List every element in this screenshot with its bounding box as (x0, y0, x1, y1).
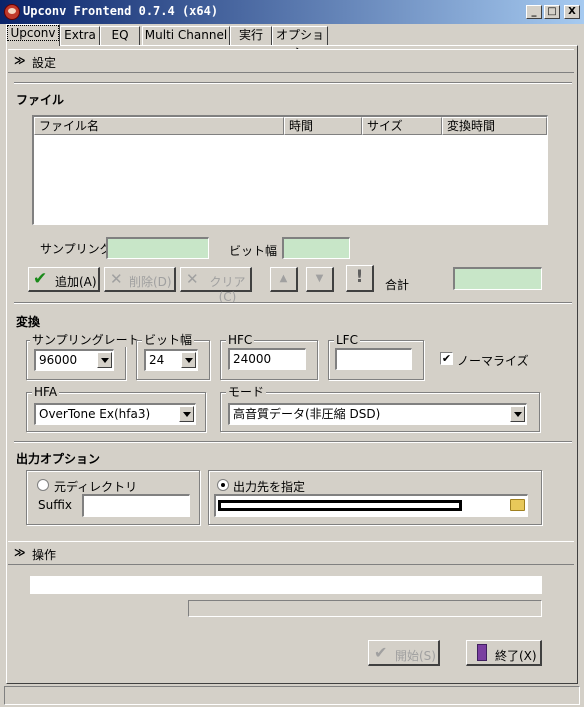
file-list[interactable]: ファイル名 時間 サイズ 変換時間 (32, 115, 548, 225)
sampling-field (106, 237, 209, 259)
normalize-checkbox[interactable]: ✔ (440, 352, 453, 365)
total-field (453, 267, 542, 290)
suffix-label: Suffix (38, 498, 72, 512)
progress-bar (188, 600, 542, 617)
divider (14, 441, 572, 443)
start-button-label: 開始(S) (395, 649, 436, 663)
hfc-input[interactable]: 24000 (228, 348, 306, 370)
app-icon[interactable] (4, 4, 20, 20)
sampling-rate-label: サンプリングレート (30, 333, 142, 347)
suffix-input[interactable] (82, 494, 190, 517)
lfc-input[interactable] (335, 348, 412, 370)
x-icon: ✕ (110, 270, 123, 288)
bit-width-select[interactable]: 24 (144, 349, 198, 371)
tab-strip: Upconv Extra EQ Multi Channel 実行 オプション (0, 24, 584, 59)
delete-button[interactable]: ✕ 削除(D) (104, 267, 176, 292)
output-options-heading: 出力オプション (16, 452, 101, 466)
tab-eq[interactable]: EQ (100, 26, 140, 45)
convert-bit-width-label: ビット幅 (142, 333, 195, 347)
mode-select[interactable]: 高音質データ(非圧縮 DSD) (228, 403, 527, 425)
title-bar[interactable]: Upconv Frontend 0.7.4 (x64) _ □ X (0, 0, 584, 24)
bit-width-label: ビット幅 (229, 244, 278, 258)
source-dir-radio[interactable] (37, 479, 49, 491)
column-header-time[interactable]: 時間 (284, 117, 362, 135)
add-button-label: 追加(A) (55, 275, 97, 289)
exit-button-label: 終了(X) (495, 649, 537, 663)
x-icon: ✕ (186, 270, 199, 288)
move-up-button[interactable]: ▲ (270, 267, 298, 292)
check-icon: ✔ (33, 269, 48, 289)
clear-button[interactable]: ✕ クリア(C) (180, 267, 252, 304)
tab-extra[interactable]: Extra (60, 26, 100, 45)
dest-path-input[interactable] (214, 494, 528, 517)
column-header-size[interactable]: サイズ (362, 117, 442, 135)
divider (14, 82, 572, 84)
tab-upconv-label: Upconv (7, 25, 59, 41)
warning-button[interactable]: ! (346, 265, 374, 292)
column-header-convert-time[interactable]: 変換時間 (442, 117, 547, 135)
lfc-label: LFC (334, 333, 360, 347)
operation-section-bar[interactable]: ≫ 操作 (8, 541, 574, 565)
mode-label: モード (226, 385, 267, 399)
hfa-value: OverTone Ex(hfa3) (39, 407, 151, 421)
exit-button[interactable]: 終了(X) (466, 640, 542, 666)
delete-button-label: 削除(D) (129, 275, 172, 289)
chevron-down-icon[interactable] (179, 406, 194, 422)
check-icon: ✔ (374, 643, 388, 662)
source-dir-label: 元ディレクトリ (54, 480, 138, 494)
bit-width-field (282, 237, 350, 259)
maximize-button[interactable]: □ (544, 5, 560, 19)
tab-multi-channel[interactable]: Multi Channel (142, 26, 230, 45)
convert-heading: 変換 (16, 315, 41, 329)
chevron-down-icon[interactable] (510, 406, 525, 422)
redacted-path (218, 500, 462, 511)
hfa-label: HFA (32, 385, 60, 399)
normalize-label: ノーマライズ (457, 354, 529, 368)
start-button[interactable]: ✔ 開始(S) (368, 640, 440, 666)
collapse-chevron-icon[interactable]: ≫ (14, 546, 26, 559)
hfc-label: HFC (226, 333, 255, 347)
mode-value: 高音質データ(非圧縮 DSD) (233, 407, 381, 421)
chevron-down-icon[interactable] (181, 352, 196, 368)
settings-section-label: 設定 (32, 56, 57, 70)
status-bar (4, 686, 580, 705)
chevron-down-icon[interactable] (97, 352, 112, 368)
tab-options[interactable]: オプション (272, 26, 328, 59)
dest-label: 出力先を指定 (233, 480, 306, 494)
hfa-select[interactable]: OverTone Ex(hfa3) (34, 403, 196, 425)
column-header-filename[interactable]: ファイル名 (34, 117, 284, 135)
move-down-button[interactable]: ▼ (306, 267, 334, 292)
collapse-chevron-icon[interactable]: ≫ (14, 54, 26, 67)
total-label: 合計 (385, 278, 410, 292)
divider (14, 302, 572, 304)
close-button[interactable]: X (564, 5, 580, 19)
operation-section-label: 操作 (32, 548, 57, 562)
tab-run[interactable]: 実行 (230, 26, 272, 45)
sampling-rate-value: 96000 (39, 353, 78, 367)
dest-radio[interactable] (217, 479, 229, 491)
add-button[interactable]: ✔ 追加(A) (28, 267, 100, 292)
settings-section-bar[interactable]: ≫ 設定 (8, 49, 574, 73)
exit-door-icon (477, 644, 487, 661)
log-line (30, 576, 542, 594)
tab-upconv[interactable]: Upconv (6, 24, 60, 46)
minimize-button[interactable]: _ (526, 5, 542, 19)
sampling-label: サンプリング (40, 242, 112, 256)
file-heading: ファイル (16, 93, 65, 107)
folder-icon[interactable] (510, 499, 525, 511)
sampling-rate-select[interactable]: 96000 (34, 349, 114, 371)
bit-width-value: 24 (149, 353, 165, 367)
clear-button-label: クリア(C) (209, 275, 246, 304)
window-title: Upconv Frontend 0.7.4 (x64) (23, 4, 219, 18)
